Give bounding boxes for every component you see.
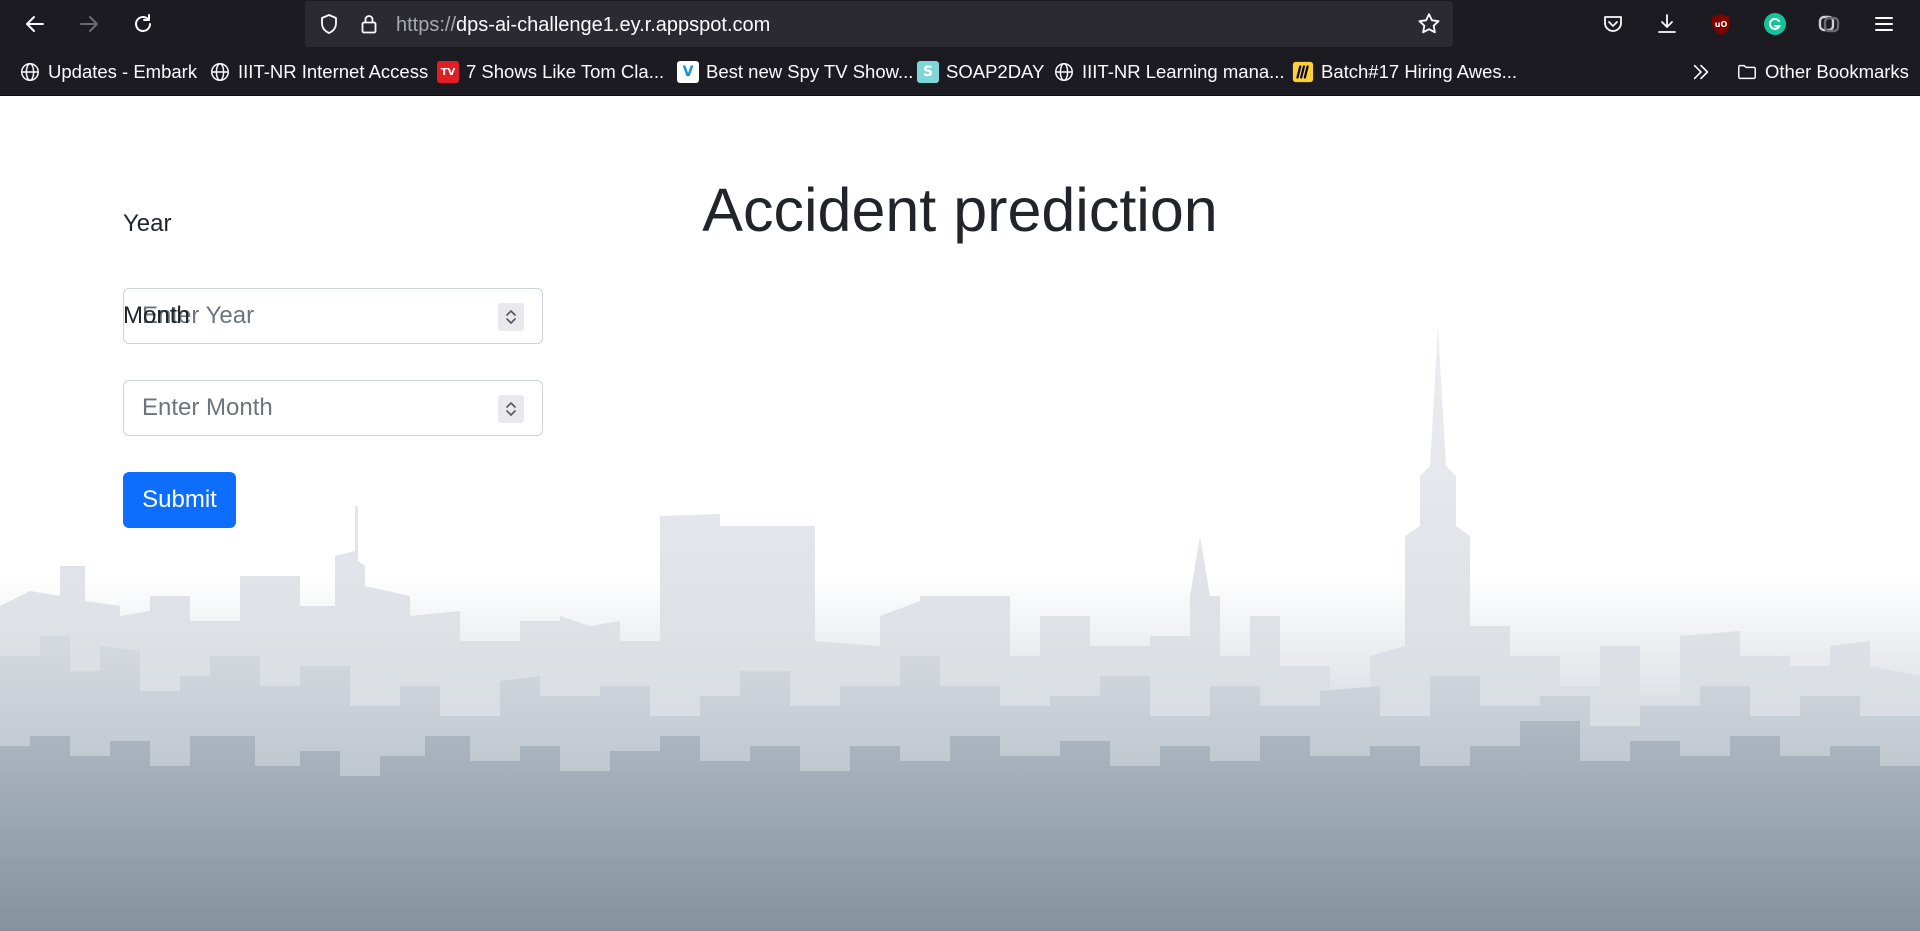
url-protocol: https:// bbox=[396, 14, 457, 36]
spinner-arrows-icon bbox=[506, 402, 516, 416]
bookmark-batch17-hiring[interactable]: Batch#17 Hiring Awes... bbox=[1292, 48, 1517, 96]
extension-icon bbox=[1818, 15, 1840, 33]
tvguide-icon: TV bbox=[437, 61, 459, 83]
bookmark-best-new-spy-tv[interactable]: V Best new Spy TV Show... bbox=[677, 48, 913, 96]
tracking-protection-button[interactable] bbox=[311, 6, 347, 42]
downloads-button[interactable] bbox=[1649, 6, 1685, 42]
other-bookmarks-label: Other Bookmarks bbox=[1765, 61, 1909, 82]
bookmark-star-button[interactable] bbox=[1411, 6, 1447, 42]
year-spinner[interactable] bbox=[498, 303, 524, 331]
extension-button[interactable] bbox=[1811, 6, 1847, 42]
url-bar[interactable]: https://dps-ai-challenge1.ey.r.appspot.c… bbox=[305, 1, 1453, 47]
bookmark-label: SOAP2DAY bbox=[946, 61, 1045, 82]
pocket-icon bbox=[1604, 16, 1622, 32]
url-host: dps-ai-challenge1.ey.r.appspot.com bbox=[456, 14, 771, 36]
ublock-button[interactable]: uO bbox=[1703, 6, 1739, 42]
pocket-button[interactable] bbox=[1595, 6, 1631, 42]
bookmark-label: IIIT-NR Learning mana... bbox=[1082, 61, 1285, 82]
bookmark-iiit-nr-learning[interactable]: IIIT-NR Learning mana... bbox=[1053, 48, 1285, 96]
reload-icon bbox=[135, 14, 151, 32]
menu-icon bbox=[1875, 17, 1893, 31]
bookmarks-toolbar: Updates - Embark IIIT-NR Internet Access… bbox=[0, 48, 1920, 96]
bookmark-label: IIIT-NR Internet Access bbox=[238, 61, 429, 82]
spinner-arrows-icon bbox=[506, 310, 516, 324]
bookmark-iiit-nr-internet-access[interactable]: IIIT-NR Internet Access bbox=[209, 48, 428, 96]
month-field[interactable] bbox=[123, 380, 543, 436]
bookmark-7-shows-like[interactable]: TV 7 Shows Like Tom Cla... bbox=[437, 48, 664, 96]
shield-icon bbox=[321, 14, 337, 34]
s-logo-icon: S bbox=[917, 61, 939, 83]
month-spinner[interactable] bbox=[498, 395, 524, 423]
url-text[interactable]: https://dps-ai-challenge1.ey.r.appspot.c… bbox=[396, 13, 770, 37]
page-title: Accident prediction bbox=[702, 176, 1218, 244]
bookmark-label: Updates - Embark bbox=[48, 61, 198, 82]
bookmark-label: Batch#17 Hiring Awes... bbox=[1321, 61, 1518, 82]
globe-icon bbox=[21, 63, 39, 81]
other-bookmarks-folder[interactable]: Other Bookmarks bbox=[1736, 48, 1909, 96]
back-icon bbox=[26, 16, 44, 32]
app-menu-button[interactable] bbox=[1866, 6, 1902, 42]
submit-button[interactable]: Submit bbox=[123, 472, 236, 528]
ublock-icon: uO bbox=[1712, 14, 1730, 35]
browser-toolbar: https://dps-ai-challenge1.ey.r.appspot.c… bbox=[0, 0, 1920, 48]
svg-text:uO: uO bbox=[1715, 20, 1728, 29]
year-input[interactable] bbox=[142, 289, 502, 343]
bookmark-soap2day[interactable]: S SOAP2DAY bbox=[917, 48, 1044, 96]
bookmark-label: Best new Spy TV Show... bbox=[706, 61, 914, 82]
bookmark-updates-embark[interactable]: Updates - Embark bbox=[19, 48, 197, 96]
star-icon bbox=[1418, 13, 1440, 34]
lock-icon bbox=[361, 15, 377, 34]
month-label: Month bbox=[123, 302, 190, 329]
forward-icon bbox=[80, 16, 98, 32]
download-icon bbox=[1658, 14, 1676, 33]
globe-icon bbox=[211, 63, 229, 81]
site-info-button[interactable] bbox=[351, 6, 387, 42]
forward-button[interactable] bbox=[71, 6, 107, 42]
grammarly-button[interactable] bbox=[1757, 6, 1793, 42]
bookmarks-overflow-button[interactable] bbox=[1690, 48, 1712, 96]
year-label: Year bbox=[123, 210, 172, 237]
page-content: Accident prediction Year Month Submit bbox=[0, 96, 1920, 931]
globe-icon bbox=[1055, 63, 1073, 81]
v-logo-icon: V bbox=[677, 61, 699, 83]
back-button[interactable] bbox=[17, 6, 53, 42]
chevron-double-right-icon bbox=[1693, 64, 1709, 80]
folder-icon bbox=[1738, 64, 1756, 80]
bookmark-label: 7 Shows Like Tom Cla... bbox=[466, 61, 665, 82]
month-input[interactable] bbox=[142, 381, 502, 435]
reload-button[interactable] bbox=[125, 6, 161, 42]
grammarly-icon bbox=[1764, 13, 1786, 35]
miro-icon bbox=[1292, 61, 1314, 83]
